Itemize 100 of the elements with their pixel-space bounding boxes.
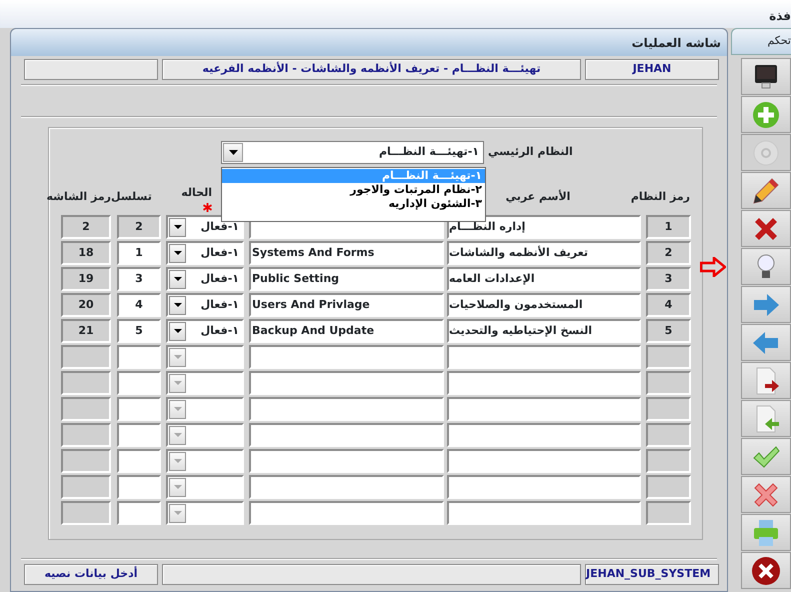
caret-icon xyxy=(174,511,182,515)
english-name-field[interactable] xyxy=(249,371,444,395)
sequence-field[interactable] xyxy=(117,397,161,421)
table-cell: 1 xyxy=(646,215,691,239)
sequence-field: 2 xyxy=(117,215,161,239)
english-name-field[interactable] xyxy=(249,449,444,473)
english-name-field[interactable] xyxy=(249,345,444,369)
sequence-field[interactable] xyxy=(117,501,161,525)
table-cell xyxy=(61,397,111,421)
status-dropdown[interactable]: ١-فعال xyxy=(166,319,244,343)
table-cell: 20 xyxy=(61,293,111,317)
toolbar-button[interactable] xyxy=(741,248,791,285)
sequence-field[interactable] xyxy=(117,371,161,395)
status-dropdown[interactable] xyxy=(166,397,244,421)
caret-icon xyxy=(174,459,182,463)
sequence-field[interactable] xyxy=(117,423,161,447)
status-dropdown[interactable]: ١-فعال xyxy=(166,241,244,265)
column-header: الحاله xyxy=(181,185,212,201)
english-name-field[interactable] xyxy=(249,397,444,421)
sequence-field[interactable]: 4 xyxy=(117,293,161,317)
caret-icon xyxy=(228,150,238,155)
arabic-name-field[interactable]: النسخ الإحتياطيه والتحديث xyxy=(447,319,641,343)
english-name-field[interactable]: Systems And Forms xyxy=(249,241,444,265)
table-cell xyxy=(61,449,111,473)
caret-icon xyxy=(174,407,182,411)
english-name-field[interactable]: Users And Privlage xyxy=(249,293,444,317)
plus-icon xyxy=(751,100,781,130)
arabic-name-field[interactable]: الإعدادات العامه xyxy=(447,267,641,291)
column-header: رمز النظام xyxy=(630,189,690,205)
arabic-name-field[interactable] xyxy=(447,423,641,447)
toolbar-button[interactable] xyxy=(741,58,791,95)
table-cell xyxy=(61,371,111,395)
english-name-field[interactable]: Backup And Update xyxy=(249,319,444,343)
table-cell xyxy=(61,345,111,369)
caret-icon xyxy=(174,277,182,281)
english-name-field[interactable]: Public Setting xyxy=(249,267,444,291)
table-cell: 2 xyxy=(646,241,691,265)
table-cell xyxy=(646,475,691,499)
pointer-arrow-icon xyxy=(700,257,726,277)
toolbar-button[interactable] xyxy=(741,362,791,399)
status-dropdown[interactable] xyxy=(166,371,244,395)
status-dropdown[interactable] xyxy=(166,423,244,447)
disc-icon xyxy=(751,138,781,168)
english-name-field[interactable] xyxy=(249,423,444,447)
caret-icon xyxy=(174,381,182,385)
sequence-field[interactable] xyxy=(117,449,161,473)
status-dropdown[interactable]: ١-فعال xyxy=(166,267,244,291)
sequence-field[interactable]: 5 xyxy=(117,319,161,343)
table-cell: 4 xyxy=(646,293,691,317)
arabic-name-field[interactable] xyxy=(447,501,641,525)
breadcrumb-text: تهيئـــة النظـــام - تعريف الأنظمه والشاشات - الأنظمه الفرعيه xyxy=(162,59,581,80)
system-name: JEHAN_SUB_SYSTEM xyxy=(585,564,719,585)
arabic-name-field[interactable] xyxy=(447,345,641,369)
status-dropdown[interactable]: ١-فعال xyxy=(166,215,244,239)
table-cell xyxy=(646,345,691,369)
column-header: الأسم عربي xyxy=(506,189,570,205)
table-cell xyxy=(646,371,691,395)
caret-icon xyxy=(174,225,182,229)
arabic-name-field[interactable] xyxy=(447,449,641,473)
table-cell xyxy=(61,501,111,525)
table-cell: 3 xyxy=(646,267,691,291)
english-name-field[interactable] xyxy=(249,475,444,499)
table-cell: 18 xyxy=(61,241,111,265)
table-cell: 21 xyxy=(61,319,111,343)
table-cell xyxy=(646,501,691,525)
panel-title: شاشه العمليات xyxy=(632,34,721,52)
caret-icon xyxy=(174,433,182,437)
arabic-name-field[interactable]: إداره النظـــام xyxy=(447,215,641,239)
column-header: تسلسل xyxy=(111,189,152,205)
sequence-field[interactable] xyxy=(117,475,161,499)
status-dropdown[interactable] xyxy=(166,449,244,473)
arabic-name-field[interactable] xyxy=(447,371,641,395)
table-cell xyxy=(646,397,691,421)
column-header: رمز الشاشه xyxy=(46,189,111,205)
sequence-field[interactable] xyxy=(117,345,161,369)
status-dropdown[interactable] xyxy=(166,501,244,525)
status-dropdown[interactable] xyxy=(166,345,244,369)
arabic-name-field[interactable]: المستخدمون والصلاحيات xyxy=(447,293,641,317)
arabic-name-field[interactable] xyxy=(447,475,641,499)
toolbar-button[interactable] xyxy=(741,552,791,589)
window-title: فذة xyxy=(769,8,791,25)
caret-icon xyxy=(174,303,182,307)
english-name-field[interactable] xyxy=(249,501,444,525)
user-name: JEHAN xyxy=(585,59,719,80)
status-message: أدخل بيانات نصيه xyxy=(24,564,158,585)
sequence-field[interactable]: 1 xyxy=(117,241,161,265)
arabic-name-field[interactable] xyxy=(447,397,641,421)
table-cell: 19 xyxy=(61,267,111,291)
arabic-name-field[interactable]: تعريف الأنظمه والشاشات xyxy=(447,241,641,265)
sequence-field[interactable]: 3 xyxy=(117,267,161,291)
close-icon xyxy=(751,556,781,586)
table-cell: 2 xyxy=(61,215,111,239)
main-system-dropdown[interactable]: ١-تهيئـــة النظـــام xyxy=(221,141,484,164)
caret-icon xyxy=(174,485,182,489)
table-cell xyxy=(646,423,691,447)
caret-icon xyxy=(174,329,182,333)
pencil-icon xyxy=(751,176,781,206)
sidebar-title: تحكم xyxy=(767,33,791,50)
status-dropdown[interactable]: ١-فعال xyxy=(166,293,244,317)
status-dropdown[interactable] xyxy=(166,475,244,499)
